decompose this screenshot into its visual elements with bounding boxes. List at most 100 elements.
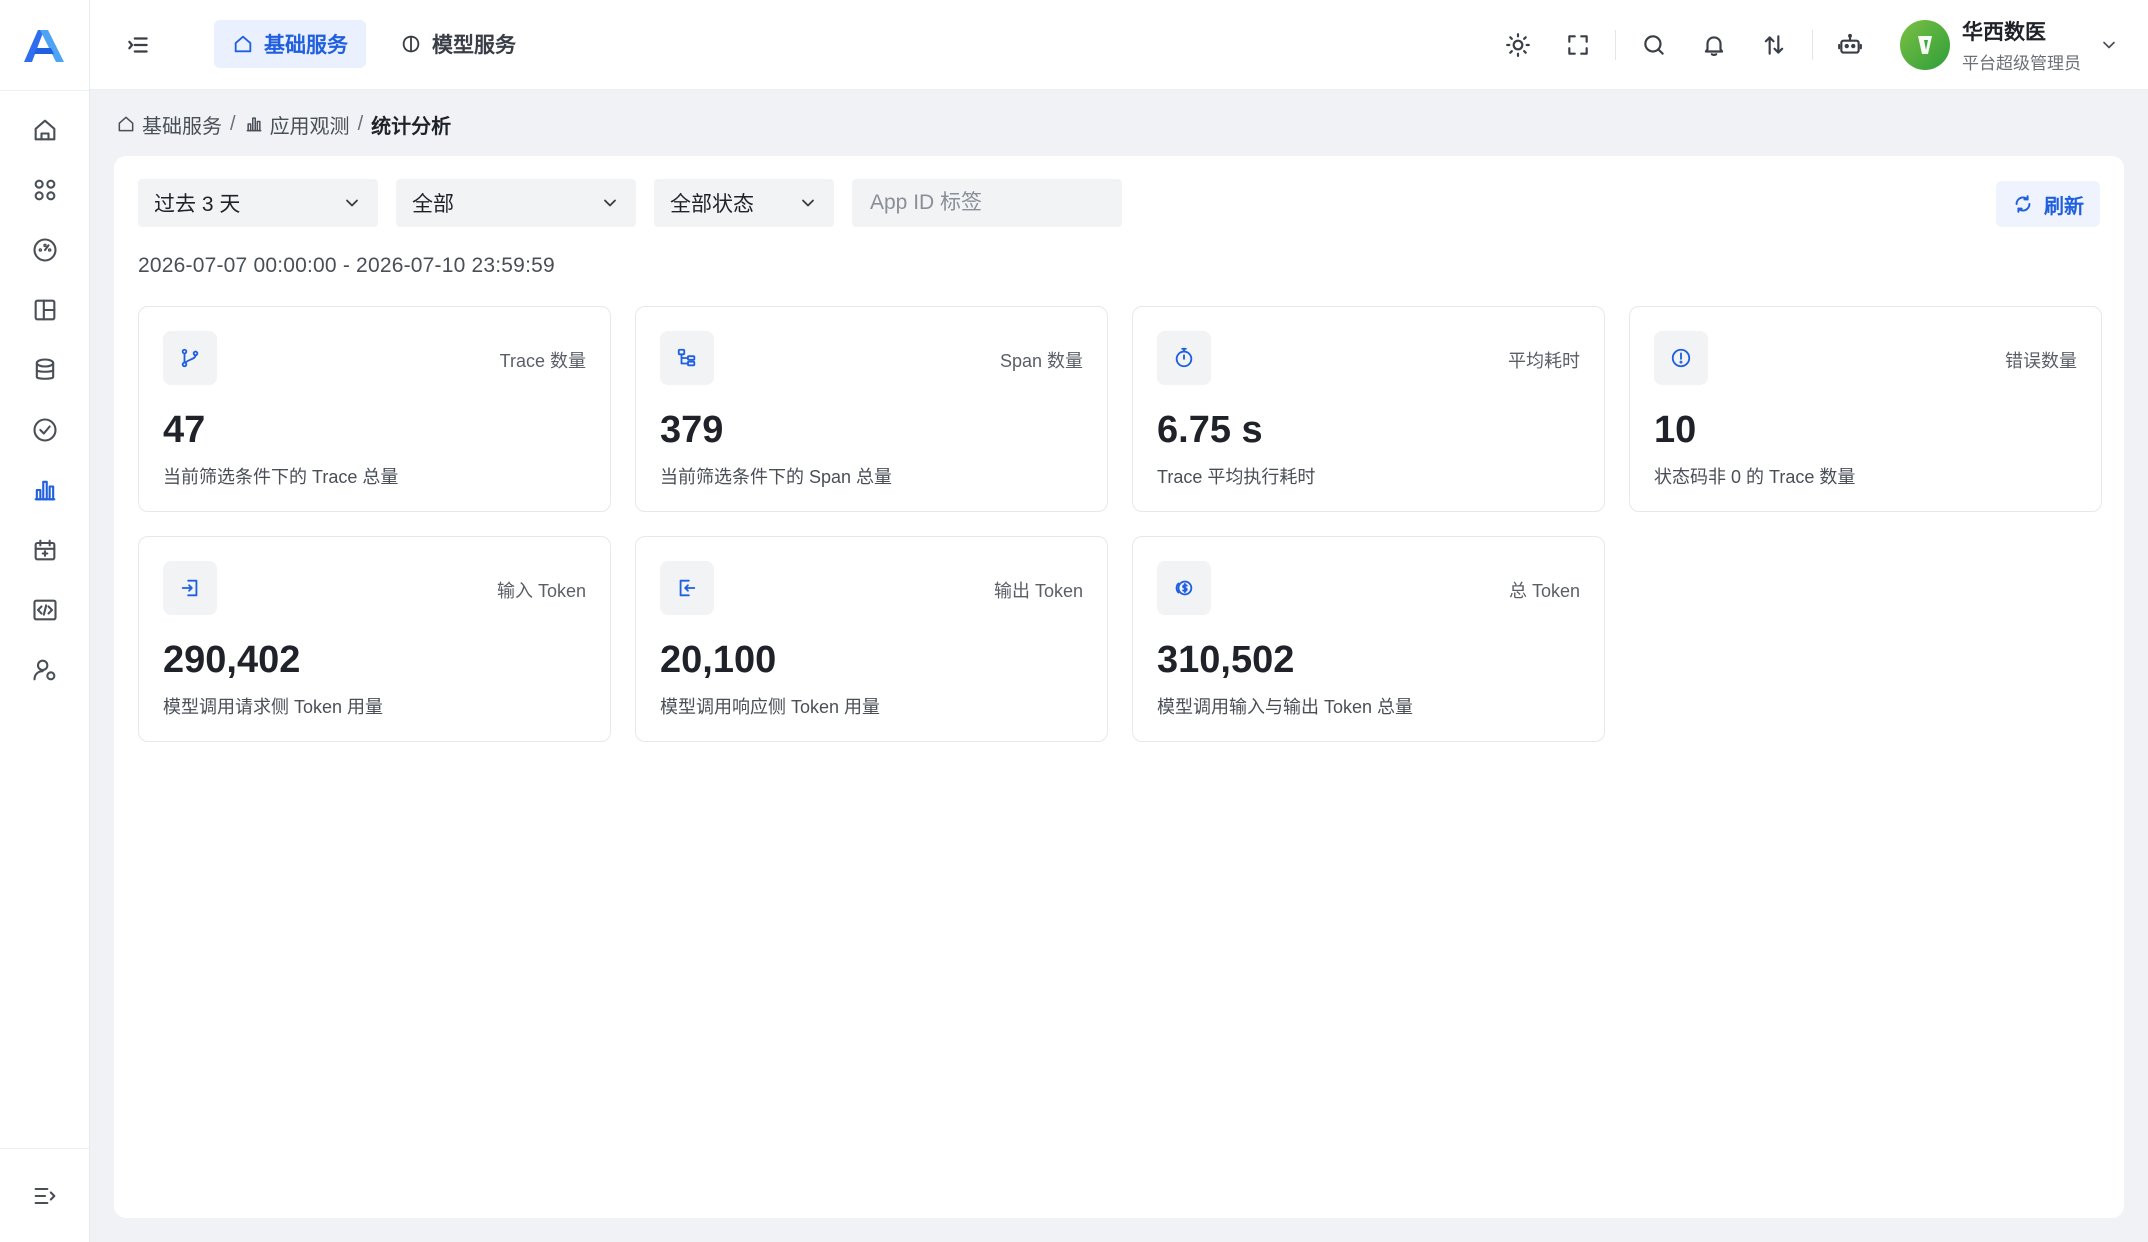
card-description: 模型调用请求侧 Token 用量 <box>163 697 384 717</box>
brain-icon <box>402 35 420 53</box>
sidebar-item-apps[interactable] <box>23 168 67 212</box>
stat-card-output-token: 输出 Token 20,100 模型调用响应侧 Token 用量 <box>635 536 1108 742</box>
tab-label: 基础服务 <box>264 34 348 57</box>
home-icon <box>34 119 56 141</box>
card-description: 模型调用响应侧 Token 用量 <box>660 697 881 717</box>
sidebar-item-code[interactable] <box>23 588 67 632</box>
divider <box>0 90 90 91</box>
divider <box>0 1148 90 1149</box>
breadcrumb: 基础服务 / 应用观测 / 统计分析 <box>116 110 451 138</box>
user-menu[interactable]: 华西数医 平台超级管理员 <box>1900 18 2119 73</box>
sun-icon <box>1506 33 1530 57</box>
breadcrumb-label: 基础服务 <box>142 115 222 138</box>
database-icon <box>35 358 55 380</box>
avatar <box>1900 20 1950 70</box>
theme-toggle-button[interactable] <box>1500 27 1536 63</box>
card-description: 模型调用输入与输出 Token 总量 <box>1157 697 1414 717</box>
chevron-down-icon <box>604 199 616 207</box>
card-description: 状态码非 0 的 Trace 数量 <box>1654 467 1856 487</box>
chevron-down-icon <box>2099 35 2119 55</box>
status-value: 全部状态 <box>670 193 754 216</box>
search-icon <box>1644 35 1664 55</box>
sidebar-collapse-button[interactable] <box>23 1174 67 1218</box>
menu-toggle-button[interactable] <box>120 27 156 63</box>
card-label: 输入 Token <box>496 581 586 601</box>
chevron-down-icon <box>802 199 814 207</box>
breadcrumb-separator: / <box>230 112 236 135</box>
sidebar-item-layout[interactable] <box>23 288 67 332</box>
card-description: Trace 平均执行耗时 <box>1157 467 1316 487</box>
breadcrumb-item-basic-services[interactable]: 基础服务 <box>116 110 222 139</box>
sort-arrows-icon <box>1764 35 1784 55</box>
refresh-label: 刷新 <box>2044 195 2084 218</box>
tab-model-services[interactable]: 模型服务 <box>382 20 534 68</box>
status-select[interactable]: 全部状态 <box>654 179 834 227</box>
app-logo[interactable] <box>20 24 70 66</box>
search-button[interactable] <box>1636 27 1672 63</box>
stat-card-span-count: Span 数量 379 当前筛选条件下的 Span 总量 <box>635 306 1108 512</box>
breadcrumb-separator: / <box>357 112 364 135</box>
stat-card-avg-duration: 平均耗时 6.75 s Trace 平均执行耗时 <box>1132 306 1605 512</box>
robot-icon <box>1838 33 1862 54</box>
org-logo-icon <box>1918 36 1932 54</box>
card-value: 310,502 <box>1157 639 1295 681</box>
input-icon <box>181 579 198 597</box>
layout-icon <box>34 299 56 321</box>
top-header: 基础服务 模型服务 华西数医 平台超级管理员 <box>90 0 2148 90</box>
branch-icon <box>181 348 199 368</box>
coins-icon <box>1175 580 1193 596</box>
card-value: 290,402 <box>163 639 301 681</box>
breadcrumb-current: 统计分析 <box>371 115 452 138</box>
tree-icon <box>677 348 696 367</box>
sidebar-item-user-settings[interactable] <box>23 648 67 692</box>
collapse-menu-icon <box>34 1187 56 1205</box>
card-label: Trace 数量 <box>499 351 586 371</box>
bell-icon <box>1704 36 1724 56</box>
card-label: Span 数量 <box>999 351 1083 371</box>
card-value: 47 <box>163 409 206 451</box>
user-role: 平台超级管理员 <box>1962 54 2081 73</box>
sidebar-item-home[interactable] <box>23 108 67 152</box>
switch-button[interactable] <box>1756 27 1792 63</box>
refresh-icon <box>2015 195 2031 213</box>
tab-basic-services[interactable]: 基础服务 <box>214 20 366 68</box>
card-label: 输出 Token <box>993 581 1083 601</box>
card-value: 20,100 <box>660 639 777 681</box>
app-id-input[interactable] <box>852 179 1122 227</box>
divider <box>1615 30 1616 60</box>
time-range-select[interactable]: 过去 3 天 <box>138 179 378 227</box>
scope-value: 全部 <box>412 193 454 216</box>
bar-chart-icon <box>246 117 261 132</box>
time-range-value: 过去 3 天 <box>154 193 241 216</box>
fullscreen-button[interactable] <box>1560 27 1596 63</box>
date-range-text: 2026-07-07 00:00:00 - 2026-07-10 23:59:5… <box>138 254 555 277</box>
user-settings-icon <box>33 659 56 681</box>
card-label: 平均耗时 <box>1508 351 1580 371</box>
sidebar-item-tasks[interactable] <box>23 408 67 452</box>
breadcrumb-item-app-observability[interactable]: 应用观测 <box>244 110 350 139</box>
stat-card-input-token: 输入 Token 290,402 模型调用请求侧 Token 用量 <box>138 536 611 742</box>
sidebar <box>0 0 90 1242</box>
timer-icon <box>1175 347 1193 368</box>
tab-label: 模型服务 <box>432 34 516 57</box>
sidebar-item-analytics[interactable] <box>23 468 67 512</box>
sidebar-item-dashboard[interactable] <box>23 228 67 272</box>
assistant-button[interactable] <box>1832 27 1868 63</box>
home-icon <box>118 116 134 132</box>
stat-card-total-token: 总 Token 310,502 模型调用输入与输出 Token 总量 <box>1132 536 1605 742</box>
stat-card-error-count: 错误数量 10 状态码非 0 的 Trace 数量 <box>1629 306 2102 512</box>
home-icon <box>234 35 252 53</box>
card-description: 当前筛选条件下的 Trace 总量 <box>163 467 399 487</box>
refresh-button[interactable]: 刷新 <box>1996 181 2100 227</box>
scope-select[interactable]: 全部 <box>396 179 636 227</box>
calendar-add-icon <box>34 539 56 561</box>
card-value: 10 <box>1654 409 1697 451</box>
sidebar-item-schedule[interactable] <box>23 528 67 572</box>
output-icon <box>679 579 696 597</box>
card-label: 错误数量 <box>2005 351 2077 371</box>
user-name: 华西数医 <box>1962 21 2046 44</box>
notifications-button[interactable] <box>1696 27 1732 63</box>
apps-grid-icon <box>34 179 56 201</box>
card-label: 总 Token <box>1508 581 1580 601</box>
sidebar-item-database[interactable] <box>23 348 67 392</box>
